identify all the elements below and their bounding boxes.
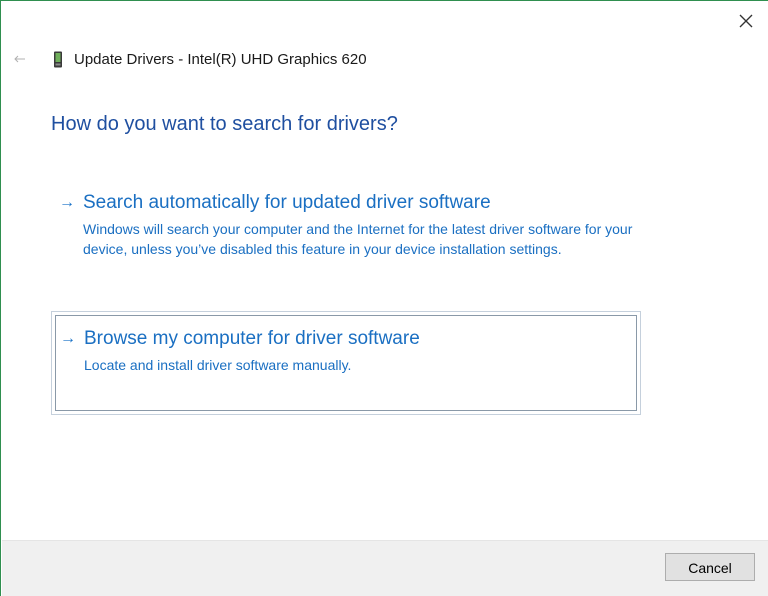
window-title: Update Drivers - Intel(R) UHD Graphics 6…: [74, 51, 367, 68]
arrow-right-icon: →: [59, 194, 75, 211]
arrow-right-icon: →: [60, 330, 76, 347]
graphics-device-icon: [52, 51, 64, 69]
option-description: Locate and install driver software manua…: [84, 357, 352, 373]
option-description: Windows will search your computer and th…: [83, 221, 633, 257]
back-arrow-icon: [14, 55, 25, 63]
dialog-footer: Cancel: [2, 540, 768, 596]
option-title: Browse my computer for driver software: [84, 328, 420, 349]
cancel-button[interactable]: Cancel: [665, 553, 755, 581]
close-icon: [739, 14, 753, 28]
back-button[interactable]: [13, 52, 27, 66]
option-title: Search automatically for updated driver …: [83, 192, 491, 213]
search-automatically-option[interactable]: → Search automatically for updated drive…: [51, 186, 641, 276]
update-drivers-dialog: Update Drivers - Intel(R) UHD Graphics 6…: [0, 0, 768, 596]
close-button[interactable]: [734, 9, 758, 33]
browse-computer-option[interactable]: → Browse my computer for driver software…: [51, 311, 641, 415]
page-heading: How do you want to search for drivers?: [51, 113, 398, 135]
